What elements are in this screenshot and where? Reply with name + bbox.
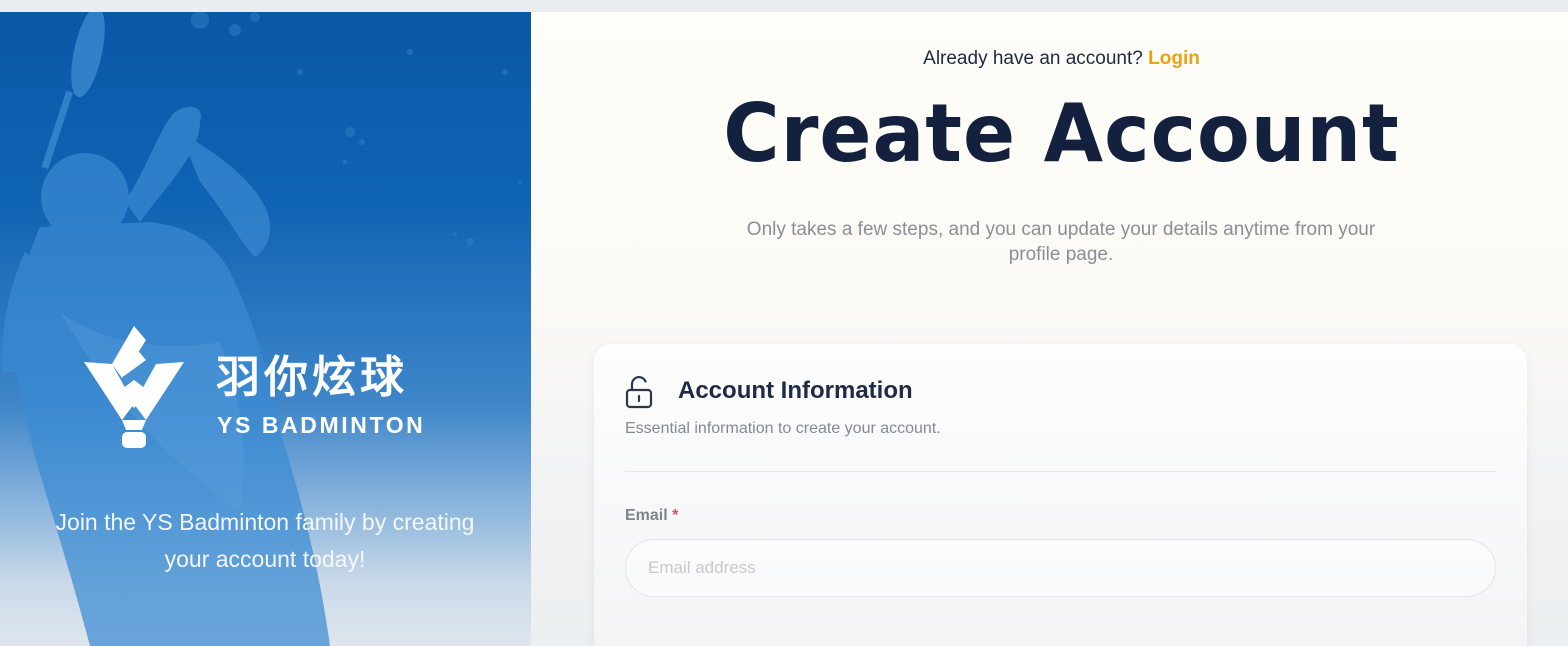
required-marker: * [672,507,679,524]
already-have-account: Already have an account? Login [531,48,1568,70]
ys-badminton-logo: 羽你炫球 YS BADMINTON [84,326,464,462]
email-label: Email * [625,507,678,525]
section-divider [625,471,1496,472]
brand-tagline: Join the YS Badminton family by creating… [55,509,475,572]
logo-mark-icon [84,326,184,448]
brand-name-english: YS BADMINTON [217,412,426,438]
email-input[interactable] [625,539,1496,597]
lock-icon [625,376,653,409]
page-subtitle: Only takes a few steps, and you can upda… [746,219,1376,265]
page-title: Create Account [723,87,1400,180]
top-strip [0,0,1568,12]
already-text: Already have an account? [923,48,1143,69]
account-information-card: Account Information Essential informatio… [594,344,1527,646]
signup-panel: Already have an account? Login Create Ac… [531,12,1568,646]
section-title: Account Information [678,377,913,404]
brand-panel: 羽你炫球 YS BADMINTON Join the YS Badminton … [0,12,531,646]
section-description: Essential information to create your acc… [625,420,941,437]
email-label-text: Email [625,507,668,524]
brand-name-chinese: 羽你炫球 [216,352,408,403]
login-link[interactable]: Login [1148,48,1200,69]
